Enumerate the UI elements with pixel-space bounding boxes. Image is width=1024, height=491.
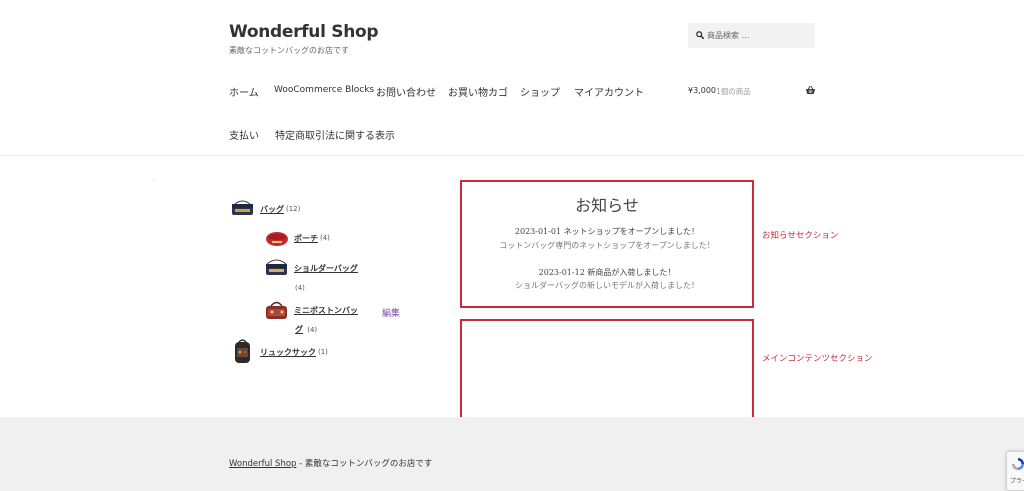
nav-item-cart[interactable]: お買い物カゴ: [448, 84, 508, 99]
category-item-backpack: リュックサック (1): [229, 338, 328, 366]
category-mini-boston-bag-line2: グ (4): [295, 324, 317, 335]
stray-dot: .: [153, 175, 155, 182]
footer-credit: Wonderful Shop - 素敵なコットンバッグのお店です: [229, 457, 432, 469]
footer-tagline: - 素敵なコットンバッグのお店です: [296, 459, 433, 469]
category-count-backpack: (1): [318, 348, 328, 356]
backpack-icon: [235, 339, 250, 363]
nav-item-shop[interactable]: ショップ: [520, 84, 560, 99]
category-item-mini-boston-bag: ミニボストンバッ: [263, 297, 358, 323]
notice-section: お知らせ 2023-01-01 ネットショップをオープンしました！ コットンバッ…: [460, 180, 754, 308]
notice-title: お知らせ: [575, 196, 639, 215]
site-title[interactable]: Wonderful Shop: [229, 22, 379, 42]
nav-item-contact[interactable]: お問い合わせ: [376, 84, 436, 99]
nav-item-legal-notice[interactable]: 特定商取引法に関する表示: [275, 127, 395, 142]
notice-section-annotation: お知らせセクション: [762, 231, 839, 241]
category-link-bag[interactable]: バッグ: [260, 204, 284, 215]
category-thumbnail-shoulder-bag[interactable]: [263, 256, 290, 280]
category-thumbnail-backpack[interactable]: [229, 338, 256, 366]
shoulder-bag-icon: [266, 259, 287, 275]
footer-site-link[interactable]: Wonderful Shop: [229, 459, 296, 469]
category-count-mini-boston-bag: (4): [307, 326, 318, 334]
category-thumbnail-bag[interactable]: [229, 197, 256, 221]
recaptcha-text: プライバ: [1010, 478, 1024, 485]
nav-item-payment[interactable]: 支払い: [229, 127, 259, 142]
cart-item-count[interactable]: 1個の商品: [716, 86, 751, 97]
category-link-shoulder-bag[interactable]: ショルダーバッグ: [294, 263, 358, 274]
notice-headline-2: 2023-01-12 新商品が入荷しました！: [538, 268, 676, 277]
product-search: [688, 23, 815, 48]
category-link-pouch[interactable]: ポーチ: [294, 233, 318, 244]
category-item-pouch: ポーチ (4): [263, 226, 330, 250]
boston-bag-icon: [266, 301, 287, 319]
site-header: Wonderful Shop 素敵なコットンバッグのお店です ホーム WooCo…: [0, 0, 1024, 156]
recaptcha-badge[interactable]: プライバ: [1006, 451, 1024, 491]
notice-detail-2: ショルダーバッグの新しいモデルが入荷しました！: [515, 281, 699, 290]
site-description: 素敵なコットンバッグのお店です: [229, 46, 349, 55]
basket-icon[interactable]: [805, 85, 816, 95]
search-icon: [696, 31, 704, 39]
nav-item-woocommerce-blocks[interactable]: WooCommerce Blocks: [274, 85, 374, 95]
category-item-bag: バッグ (12): [229, 197, 300, 221]
category-count-shoulder-bag: (4): [295, 284, 305, 292]
category-count-bag: (12): [286, 205, 301, 213]
category-thumbnail-mini-boston-bag[interactable]: [263, 297, 290, 323]
category-item-shoulder-bag: ショルダーバッグ: [263, 256, 358, 280]
notice-detail-1: コットンバッグ専門のネットショップをオープンしました！: [499, 241, 715, 250]
notice-headline-1: 2023-01-01 ネットショップをオープンしました！: [514, 227, 700, 236]
site-footer: Wonderful Shop - 素敵なコットンバッグのお店です: [0, 417, 1024, 491]
category-link-backpack[interactable]: リュックサック: [260, 347, 316, 358]
category-thumbnail-pouch[interactable]: [263, 226, 290, 250]
nav-item-my-account[interactable]: マイアカウント: [574, 84, 644, 99]
edit-link[interactable]: 編集: [382, 306, 400, 319]
nav-item-home[interactable]: ホーム: [229, 84, 259, 99]
navy-bag-icon: [232, 200, 253, 215]
category-link-mini-boston-bag-cont[interactable]: グ: [295, 325, 303, 334]
recaptcha-icon: [1012, 458, 1024, 470]
main-content-section-annotation: メインコンテンツセクション: [762, 354, 873, 364]
cart-amount[interactable]: ¥3,000: [688, 86, 716, 95]
red-pouch-icon: [266, 232, 288, 246]
search-input[interactable]: [707, 26, 811, 45]
category-count-pouch: (4): [320, 234, 330, 242]
category-link-mini-boston-bag[interactable]: ミニボストンバッ: [294, 305, 358, 316]
main-content-section: [460, 319, 754, 423]
